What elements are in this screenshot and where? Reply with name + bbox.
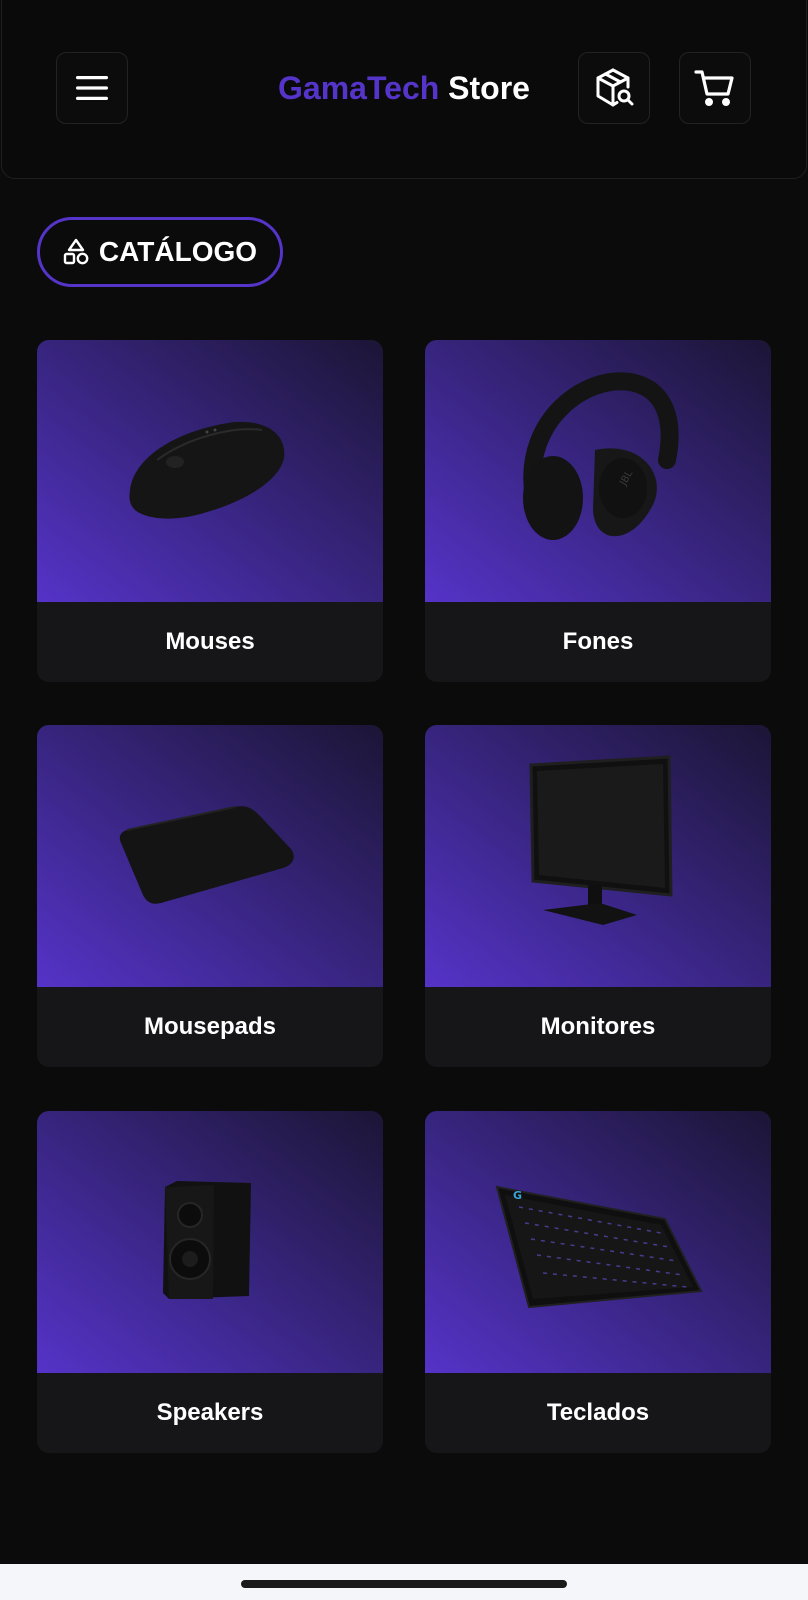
category-label: Mouses: [165, 628, 255, 655]
category-card-monitores[interactable]: Monitores: [425, 725, 771, 1067]
category-label: Speakers: [156, 1399, 264, 1426]
shopping-cart-icon: [694, 70, 734, 106]
category-label: Fones: [562, 628, 634, 655]
system-navigation-area: [0, 1564, 808, 1600]
speaker-image: [37, 1111, 383, 1373]
brand-suffix: Store: [439, 70, 530, 106]
category-label: Monitores: [540, 1013, 656, 1040]
category-card-mouses[interactable]: Mouses: [37, 340, 383, 682]
category-label: Mousepads: [143, 1013, 277, 1040]
mousepad-image: [37, 725, 383, 987]
catalog-button[interactable]: CATÁLOGO: [37, 217, 283, 287]
package-search-icon: [596, 68, 634, 107]
brand-name: GamaTech: [278, 70, 440, 106]
home-indicator[interactable]: [241, 1580, 567, 1588]
category-card-speakers[interactable]: Speakers: [37, 1111, 383, 1453]
shapes-icon: [63, 238, 89, 265]
keyboard-image: G: [425, 1111, 771, 1373]
catalog-label: CATÁLOGO: [98, 236, 258, 267]
order-search-button[interactable]: [578, 52, 650, 124]
category-card-teclados[interactable]: G Teclados: [425, 1111, 771, 1453]
monitor-image: [425, 725, 771, 987]
mouse-image: [37, 340, 383, 602]
svg-text:G: G: [513, 1189, 522, 1202]
category-card-mousepads[interactable]: Mousepads: [37, 725, 383, 1067]
headphones-image: JBL: [425, 340, 771, 602]
category-card-fones[interactable]: JBL Fones: [425, 340, 771, 682]
cart-button[interactable]: [679, 52, 751, 124]
category-label: Teclados: [546, 1399, 650, 1426]
